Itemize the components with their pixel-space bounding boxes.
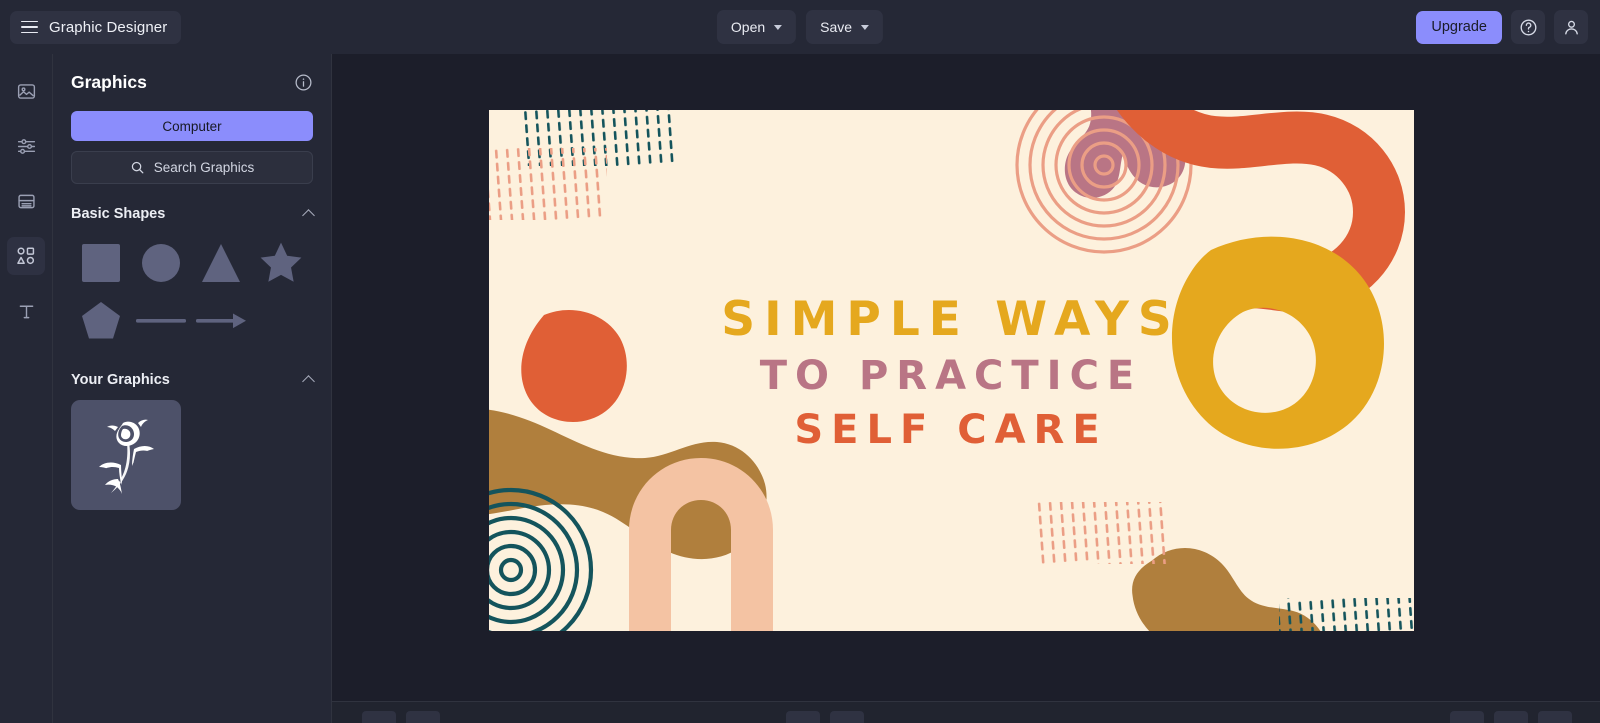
search-graphics-label: Search Graphics xyxy=(153,160,255,175)
help-button[interactable] xyxy=(1511,10,1545,44)
main-area: Graphics Computer Search Graphics Basic … xyxy=(0,54,1600,723)
open-button-label: Open xyxy=(730,19,766,35)
shape-pentagon[interactable] xyxy=(71,292,131,350)
file-actions: Open Save xyxy=(716,10,884,44)
shape-star[interactable] xyxy=(251,234,311,292)
section-your-graphics-title: Your Graphics xyxy=(71,372,170,388)
shape-arrow[interactable] xyxy=(191,292,251,350)
chevron-up-icon xyxy=(302,209,315,222)
design-canvas[interactable]: SIMPLE WAYS TO PRACTICE SELF CARE xyxy=(489,110,1414,631)
layout-icon xyxy=(17,194,35,208)
triangle-shape xyxy=(202,244,240,282)
canvas-artwork: SIMPLE WAYS TO PRACTICE SELF CARE xyxy=(489,110,1414,631)
pentagon-shape xyxy=(82,302,120,339)
app-menu-button[interactable]: Graphic Designer xyxy=(10,10,182,44)
chevron-down-icon xyxy=(861,24,870,30)
bottom-tool-1[interactable] xyxy=(362,711,396,723)
graphics-panel: Graphics Computer Search Graphics Basic … xyxy=(53,54,332,723)
square-shape xyxy=(82,244,120,282)
sidebar-item-layout[interactable] xyxy=(7,182,45,220)
sidebar-item-image[interactable] xyxy=(7,72,45,110)
save-button-label: Save xyxy=(820,19,853,35)
shape-square[interactable] xyxy=(71,234,131,292)
adjustments-icon xyxy=(17,138,35,154)
bottom-tool-2[interactable] xyxy=(406,711,440,723)
app-title: Graphic Designer xyxy=(49,18,168,36)
chevron-down-icon xyxy=(774,24,783,30)
section-basic-shapes-header[interactable]: Basic Shapes xyxy=(71,206,315,222)
user-icon xyxy=(1564,20,1578,35)
section-your-graphics-header[interactable]: Your Graphics xyxy=(71,372,315,388)
shape-circle[interactable] xyxy=(131,234,191,292)
source-computer-button[interactable]: Computer xyxy=(71,111,313,141)
sidebar-item-graphics[interactable] xyxy=(7,237,45,275)
canvas-workspace[interactable]: SIMPLE WAYS TO PRACTICE SELF CARE xyxy=(332,54,1600,723)
top-right-actions: Upgrade xyxy=(1416,10,1600,44)
shape-triangle[interactable] xyxy=(191,234,251,292)
bottom-tool-4[interactable] xyxy=(830,711,864,723)
hamburger-icon xyxy=(21,20,38,34)
image-icon xyxy=(17,83,35,99)
account-button[interactable] xyxy=(1554,10,1588,44)
save-button[interactable]: Save xyxy=(806,10,884,44)
circle-shape xyxy=(142,244,180,282)
text-icon xyxy=(19,305,33,318)
arrow-shape xyxy=(196,313,246,329)
headline-line-3: SELF CARE xyxy=(794,407,1107,453)
headline-line-2: TO PRACTICE xyxy=(760,353,1143,399)
headline-line-1: SIMPLE WAYS xyxy=(721,292,1180,347)
panel-header: Graphics xyxy=(71,72,313,93)
search-icon xyxy=(131,161,144,174)
line-shape xyxy=(136,319,186,323)
bottom-tool-7[interactable] xyxy=(1538,711,1572,723)
graphic-designer-app: Graphic Designer Open Save Upgrade Graph… xyxy=(0,0,1600,723)
star-shape xyxy=(260,242,302,282)
shapes-icon xyxy=(17,247,35,265)
info-icon[interactable] xyxy=(294,73,313,92)
search-graphics-input[interactable]: Search Graphics xyxy=(71,151,313,184)
canvas-container: SIMPLE WAYS TO PRACTICE SELF CARE xyxy=(489,110,1414,631)
upgrade-button[interactable]: Upgrade xyxy=(1416,10,1502,44)
rose-graphic-thumbnail xyxy=(99,419,154,494)
bottom-tool-3[interactable] xyxy=(786,711,820,723)
sidebar-item-text[interactable] xyxy=(7,292,45,330)
section-basic-shapes-title: Basic Shapes xyxy=(71,206,166,222)
your-graphics-item-rose[interactable] xyxy=(71,400,181,510)
basic-shapes-grid xyxy=(71,234,313,350)
page-title: Graphics xyxy=(71,72,147,92)
shape-line[interactable] xyxy=(131,292,191,350)
tool-rail xyxy=(0,54,53,723)
bottom-tool-5[interactable] xyxy=(1450,711,1484,723)
help-circle-icon xyxy=(1520,19,1536,35)
top-bar: Graphic Designer Open Save Upgrade xyxy=(0,0,1600,54)
bottom-toolbar[interactable] xyxy=(332,701,1600,723)
chevron-up-icon xyxy=(302,375,315,388)
sidebar-item-adjustments[interactable] xyxy=(7,127,45,165)
open-button[interactable]: Open xyxy=(716,10,797,44)
bottom-tool-6[interactable] xyxy=(1494,711,1528,723)
